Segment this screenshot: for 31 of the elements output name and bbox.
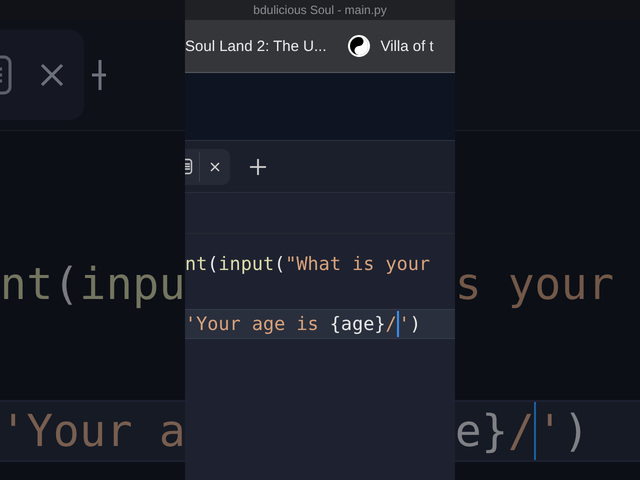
bookmark[interactable]: Villa of t xyxy=(348,35,434,57)
code-text: input xyxy=(218,254,274,274)
code-text: ( xyxy=(274,254,286,274)
editor-tab[interactable] xyxy=(185,148,230,184)
code-text: "What is your xyxy=(285,254,430,274)
code-text: 'Your age is xyxy=(185,314,320,334)
bookmark[interactable]: Soul Land 2: The U... xyxy=(185,38,326,54)
code-text: inpu xyxy=(79,258,185,310)
code-text: 'Your a xyxy=(0,406,185,456)
code-text: {age} xyxy=(330,314,386,334)
text-cursor xyxy=(534,402,536,460)
plus-icon[interactable] xyxy=(250,158,266,174)
code-text: ( xyxy=(52,258,80,310)
close-icon[interactable] xyxy=(210,162,220,172)
code-text: nt xyxy=(185,254,208,274)
code-text: ) xyxy=(410,314,421,334)
code-text: / xyxy=(386,314,397,334)
close-icon xyxy=(40,63,64,87)
code-text: ) xyxy=(562,406,590,456)
yin-yang-icon xyxy=(348,35,370,57)
code-text: ' xyxy=(536,406,563,456)
code-text: nt xyxy=(0,258,53,310)
code-text: ' xyxy=(398,314,410,334)
code-text: ( xyxy=(207,254,218,274)
plus-icon xyxy=(92,60,106,90)
code-text: e} xyxy=(455,406,508,456)
code-text: / xyxy=(508,406,534,456)
text-cursor xyxy=(396,311,399,337)
code-text: s your xyxy=(455,258,614,310)
window-title: bdulicious Soul - main.py xyxy=(253,3,387,17)
list-icon xyxy=(185,158,193,175)
